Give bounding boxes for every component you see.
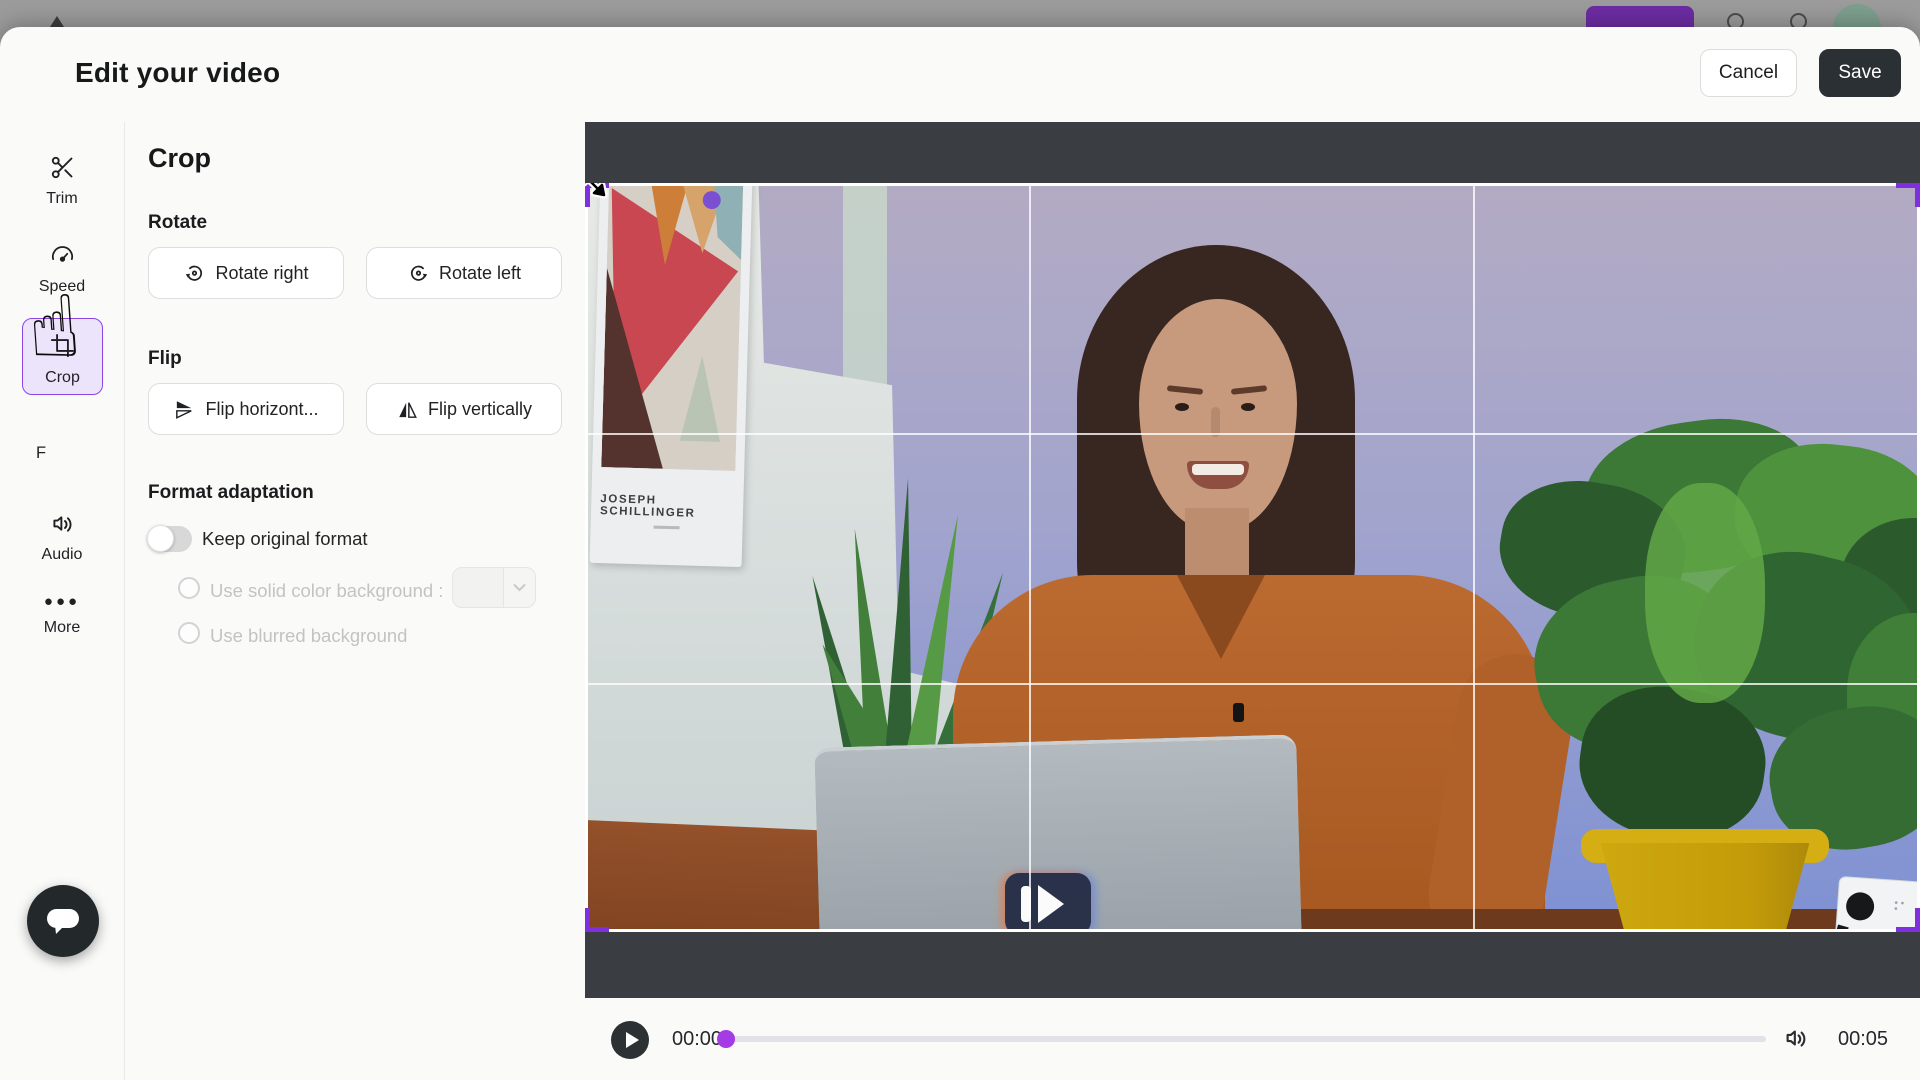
poster-caption-subline <box>653 525 680 530</box>
app-watermark-logo <box>1005 873 1091 932</box>
sidebar-item-label: Speed <box>38 278 86 295</box>
sidebar-item-label: Audio <box>41 546 83 563</box>
rotate-left-button[interactable]: Rotate left <box>366 247 562 299</box>
keep-original-format-label: Keep original format <box>202 528 368 549</box>
color-swatch <box>453 568 504 607</box>
crop-border-top[interactable] <box>585 183 1920 186</box>
speedometer-icon <box>49 242 76 269</box>
flip-horizontal-button[interactable]: Flip horizont... <box>148 383 344 435</box>
sidebar-item-label: Trim <box>46 190 78 207</box>
sidebar-item-crop[interactable]: Crop <box>22 318 103 395</box>
speaker-icon <box>49 510 76 537</box>
flip-vertical-button[interactable]: Flip vertically <box>366 383 562 435</box>
save-button[interactable]: Save <box>1819 49 1901 97</box>
flip-vertical-label: Flip vertically <box>427 398 533 419</box>
ellipsis-icon: ●●● <box>43 593 81 610</box>
flip-horizontal-label: Flip horizont... <box>205 398 319 419</box>
sidebar-item-label: Crop <box>45 369 80 386</box>
solid-color-background-radio[interactable] <box>178 577 200 599</box>
edit-video-modal: Edit your video Cancel Save Trim Speed C… <box>0 27 1920 1080</box>
resize-diagonal-cursor <box>585 183 610 201</box>
flip-horizontal-icon <box>173 398 196 421</box>
sidebar-item-label: More <box>43 619 81 636</box>
chevron-down-icon <box>504 568 535 607</box>
rotate-heading: Rotate <box>148 212 208 233</box>
face-feature <box>1241 403 1255 411</box>
video-preview[interactable]: JOSEPH SCHILLINGER • • • <box>585 183 1920 932</box>
chat-launcher-button[interactable] <box>27 885 99 957</box>
face-feature <box>1187 461 1249 489</box>
rotate-right-button[interactable]: Rotate right <box>148 247 344 299</box>
video-preview-frame: JOSEPH SCHILLINGER • • • <box>585 122 1920 998</box>
grid-line-vertical <box>1473 183 1475 932</box>
rotate-right-label: Rotate right <box>215 262 309 283</box>
seek-bar[interactable] <box>717 1030 1766 1048</box>
sidebar-item-f[interactable]: F <box>0 440 124 463</box>
volume-icon[interactable] <box>1782 1024 1810 1052</box>
crop-panel: Crop Rotate Rotate right Rotate left Fli… <box>125 122 585 1080</box>
poster-artwork <box>601 183 744 471</box>
sidebar-item-more[interactable]: ●●● More <box>0 588 124 637</box>
lavalier-mic <box>1233 703 1244 722</box>
face-feature <box>1175 403 1189 411</box>
logo-chevron <box>1038 885 1064 923</box>
format-adaptation-heading: Format adaptation <box>148 482 314 503</box>
poster-caption: JOSEPH SCHILLINGER <box>599 467 735 557</box>
chat-bubble-icon <box>45 906 81 936</box>
face-feature <box>1166 385 1204 395</box>
cancel-button[interactable]: Cancel <box>1700 49 1797 97</box>
play-icon <box>625 1032 639 1048</box>
crop-border-bottom[interactable] <box>585 929 1920 932</box>
plant-foliage <box>1645 483 1765 703</box>
wall-poster: JOSEPH SCHILLINGER <box>589 183 753 568</box>
crop-corner-handle[interactable] <box>585 908 609 932</box>
power-plug <box>1845 891 1876 922</box>
rotate-right-icon <box>183 262 206 285</box>
panel-title: Crop <box>148 143 211 173</box>
keep-original-format-toggle[interactable] <box>147 525 192 552</box>
page-title: Edit your video <box>75 57 281 88</box>
blurred-background-label: Use blurred background <box>210 625 408 646</box>
grid-line-horizontal <box>585 683 1920 685</box>
flip-heading: Flip <box>148 348 182 369</box>
crop-icon <box>50 333 75 360</box>
player-bar: 00:00 00:05 <box>585 998 1920 1080</box>
toggle-knob <box>147 525 174 552</box>
sidebar-item-audio[interactable]: Audio <box>0 510 124 564</box>
woman-face <box>1139 299 1297 531</box>
solid-color-background-label: Use solid color background : <box>210 580 444 601</box>
seek-handle[interactable] <box>717 1030 735 1048</box>
crop-corner-handle[interactable] <box>1896 908 1920 932</box>
crop-corner-handle[interactable] <box>1896 183 1920 207</box>
blurred-background-radio[interactable] <box>178 622 200 644</box>
grid-line-horizontal <box>585 433 1920 435</box>
face-feature <box>1230 385 1268 395</box>
scissors-icon <box>49 154 76 181</box>
grid-line-vertical <box>1029 183 1031 932</box>
current-time: 00:00 <box>672 1028 723 1050</box>
play-button[interactable] <box>611 1021 649 1059</box>
poster-caption-text: JOSEPH SCHILLINGER <box>599 493 696 520</box>
sidebar-item-trim[interactable]: Trim <box>0 154 124 208</box>
rotate-left-label: Rotate left <box>438 262 522 283</box>
sidebar-item-speed[interactable]: Speed <box>0 242 124 296</box>
background-logo-fragment <box>50 16 64 27</box>
sidebar-item-label: F <box>36 444 47 462</box>
flip-vertical-icon <box>396 398 419 421</box>
color-dropdown[interactable] <box>452 567 536 608</box>
crop-border-left[interactable] <box>585 183 588 932</box>
duration-time: 00:05 <box>1838 1028 1889 1050</box>
rotate-left-icon <box>407 262 430 285</box>
plant-pot <box>1600 843 1810 932</box>
